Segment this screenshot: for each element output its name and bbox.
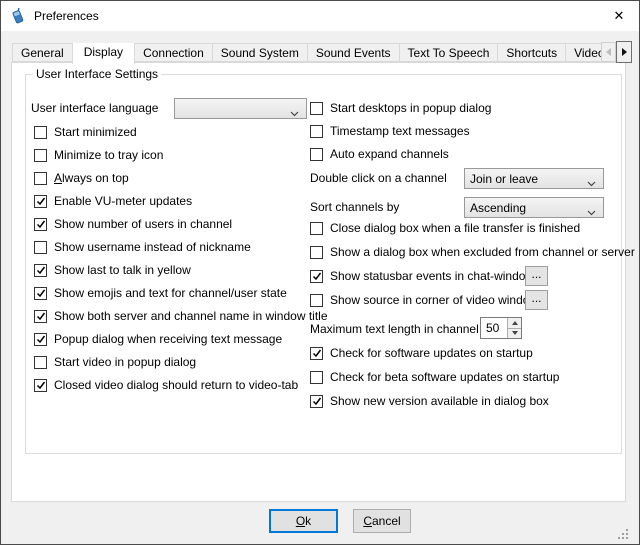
check-last-to-talk[interactable]: Show last to talk in yellow: [34, 260, 191, 280]
ok-button[interactable]: Ok: [269, 509, 338, 533]
check-video-popup[interactable]: Start video in popup dialog: [34, 352, 196, 372]
check-excluded-dialog[interactable]: Show a dialog box when excluded from cha…: [310, 242, 635, 262]
checkbox[interactable]: [310, 371, 323, 384]
checkbox[interactable]: [310, 125, 323, 138]
checkbox[interactable]: [34, 126, 47, 139]
tab-display[interactable]: Display: [72, 43, 135, 64]
arrow-left-icon: [606, 48, 611, 56]
checkbox[interactable]: [34, 379, 47, 392]
checkbox[interactable]: [310, 347, 323, 360]
checkbox[interactable]: [34, 333, 47, 346]
tab-text-to-speech[interactable]: Text To Speech: [399, 43, 499, 62]
arrow-down-icon: [512, 331, 518, 335]
preferences-dialog: Preferences ✕ General Display Connection…: [0, 0, 640, 545]
spin-down-button[interactable]: [508, 329, 521, 339]
check-minimize-to-tray[interactable]: Minimize to tray icon: [34, 145, 163, 165]
check-closed-video-return[interactable]: Closed video dialog should return to vid…: [34, 375, 298, 395]
tab-bar: General Display Connection Sound System …: [12, 43, 601, 64]
double-click-select[interactable]: Join or leave: [464, 168, 604, 189]
sort-channels-row: Sort channels by: [310, 197, 399, 217]
check-vu-meter[interactable]: Enable VU-meter updates: [34, 191, 192, 211]
close-button[interactable]: ✕: [599, 1, 639, 30]
resize-grip[interactable]: [618, 529, 620, 531]
checkbox[interactable]: [34, 356, 47, 369]
group-title: User Interface Settings: [33, 67, 161, 81]
check-beta-updates[interactable]: Check for beta software updates on start…: [310, 367, 559, 387]
check-emojis[interactable]: Show emojis and text for channel/user st…: [34, 283, 287, 303]
chevron-down-icon: [587, 205, 596, 219]
checkbox[interactable]: [310, 222, 323, 235]
checkbox[interactable]: [34, 287, 47, 300]
checkbox[interactable]: [34, 195, 47, 208]
checkbox[interactable]: [310, 148, 323, 161]
checkbox[interactable]: [310, 395, 323, 408]
checkbox[interactable]: [310, 294, 323, 307]
window-title: Preferences: [34, 1, 99, 31]
chevron-down-icon: [290, 106, 299, 120]
double-click-label: Double click on a channel: [310, 171, 447, 185]
checkbox[interactable]: [34, 241, 47, 254]
max-text-length-spinner[interactable]: 50: [480, 317, 522, 339]
tab-sound-system[interactable]: Sound System: [212, 43, 308, 62]
max-text-length-row: Maximum text length in channel list: [310, 319, 497, 339]
checkbox[interactable]: [34, 149, 47, 162]
close-icon: ✕: [614, 8, 625, 24]
check-show-user-count[interactable]: Show number of users in channel: [34, 214, 232, 234]
check-statusbar-events[interactable]: Show statusbar events in chat-window: [310, 266, 534, 286]
chevron-down-icon: [587, 176, 596, 190]
sort-channels-select[interactable]: Ascending: [464, 197, 604, 218]
checkbox[interactable]: [34, 310, 47, 323]
checkbox[interactable]: [34, 172, 47, 185]
check-software-updates[interactable]: Check for software updates on startup: [310, 343, 533, 363]
checkbox[interactable]: [310, 246, 323, 259]
language-select[interactable]: [174, 98, 307, 119]
check-video-source-corner[interactable]: Show source in corner of video window: [310, 290, 538, 310]
checkbox[interactable]: [310, 270, 323, 283]
tab-shortcuts[interactable]: Shortcuts: [497, 43, 566, 62]
arrow-up-icon: [512, 321, 518, 325]
check-start-minimized[interactable]: Start minimized: [34, 122, 137, 142]
sort-channels-label: Sort channels by: [310, 200, 399, 214]
check-auto-expand[interactable]: Auto expand channels: [310, 144, 449, 164]
sort-channels-value: Ascending: [470, 201, 526, 215]
tab-general[interactable]: General: [12, 43, 73, 62]
checkbox[interactable]: [34, 264, 47, 277]
arrow-right-icon: [622, 48, 627, 56]
tab-sound-events[interactable]: Sound Events: [307, 43, 400, 62]
check-window-title[interactable]: Show both server and channel name in win…: [34, 306, 328, 326]
tab-scroll-left-button: [601, 42, 616, 62]
check-timestamp[interactable]: Timestamp text messages: [310, 121, 470, 141]
check-always-on-top[interactable]: Always on top: [34, 168, 129, 188]
double-click-value: Join or leave: [470, 172, 538, 186]
checkbox[interactable]: [34, 218, 47, 231]
titlebar[interactable]: Preferences ✕: [1, 1, 639, 31]
check-desktops-popup[interactable]: Start desktops in popup dialog: [310, 98, 491, 118]
tab-video[interactable]: Video: [565, 43, 601, 62]
max-text-length-label: Maximum text length in channel list: [310, 322, 497, 336]
language-row: User interface language: [31, 98, 158, 118]
video-source-more-button[interactable]: ...: [525, 290, 548, 310]
check-show-username[interactable]: Show username instead of nickname: [34, 237, 251, 257]
tab-scroll-right-button[interactable]: [616, 41, 632, 63]
double-click-row: Double click on a channel: [310, 168, 447, 188]
cancel-button[interactable]: Cancel: [353, 509, 411, 533]
display-tab-page: User Interface Settings User interface l…: [11, 62, 626, 502]
spin-up-button[interactable]: [508, 318, 521, 329]
language-label: User interface language: [31, 101, 158, 115]
check-popup-text-message[interactable]: Popup dialog when receiving text message: [34, 329, 282, 349]
tab-connection[interactable]: Connection: [134, 43, 213, 62]
check-close-filetransfer[interactable]: Close dialog box when a file transfer is…: [310, 218, 580, 238]
check-new-version-dialog[interactable]: Show new version available in dialog box: [310, 391, 549, 411]
app-icon: [10, 8, 26, 24]
checkbox[interactable]: [310, 102, 323, 115]
max-text-length-value: 50: [481, 318, 507, 338]
statusbar-events-more-button[interactable]: ...: [525, 266, 548, 286]
